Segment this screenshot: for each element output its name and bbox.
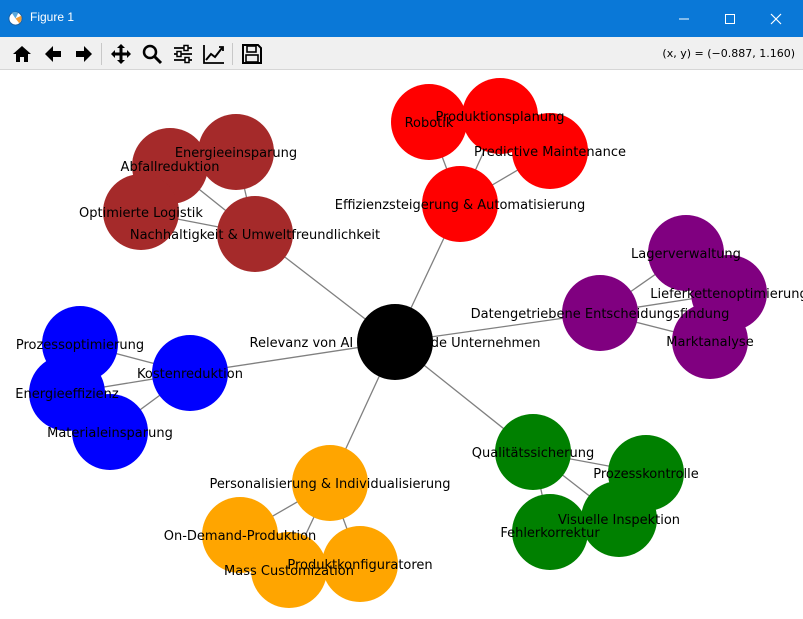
subplots-icon [174,44,192,64]
child-node-label: Materialeinsparung [47,426,173,441]
pan-icon [111,44,131,64]
toolbar-separator [232,43,233,65]
coordinate-readout: (x, y) = (−0.887, 1.160) [662,47,795,60]
forward-button[interactable] [71,41,97,67]
home-button[interactable] [9,41,35,67]
child-node-label: Produktionsplanung [435,110,564,125]
hub-node-label: Personalisierung & Individualisierung [209,477,450,492]
hub-node-label: Qualitätssicherung [472,446,594,461]
zoom-icon [142,44,163,65]
edit-axes-button[interactable] [201,41,227,67]
window-titlebar[interactable]: Figure 1 [0,0,803,37]
child-node-label: On-Demand-Produktion [164,529,317,544]
toolbar-separator [101,43,102,65]
child-node-label: Prozessoptimierung [16,338,144,353]
child-node-label: Energieeinsparung [175,146,297,161]
forward-arrow-icon [76,46,92,62]
child-node-label: Energieeffizienz [15,387,119,402]
matplotlib-logo-icon [8,11,23,26]
pan-button[interactable] [108,41,134,67]
minimize-icon [679,18,689,19]
hub-node-label: Kostenreduktion [137,367,243,382]
maximize-icon [725,13,735,24]
close-button[interactable] [753,0,799,37]
zoom-button[interactable] [139,41,165,67]
maximize-button[interactable] [707,0,753,37]
hub-node-label: Nachhaltigkeit & Umweltfreundlichkeit [130,228,380,243]
child-node-label: Marktanalyse [666,335,753,350]
child-node-label: Produktkonfiguratoren [287,558,432,573]
close-icon [770,13,782,24]
subplots-button[interactable] [170,41,196,67]
home-icon [13,46,31,62]
child-node-label: Fehlerkorrektur [500,526,600,541]
child-node-label: Prozesskontrolle [593,467,699,482]
edit-axes-icon [203,45,224,64]
network-graph-canvas[interactable]: Relevanz von AI für fertigende Unternehm… [0,70,803,619]
back-arrow-icon [45,46,61,62]
child-node-label: Lieferkettenoptimierung [650,287,803,302]
back-button[interactable] [40,41,66,67]
hub-node-label: Effizienzsteigerung & Automatisierung [335,198,585,213]
save-button[interactable] [239,41,265,67]
hub-node-label: Datengetriebene Entscheidungsfindung [471,307,730,322]
save-icon [242,44,262,64]
minimize-button[interactable] [661,0,707,37]
child-node-label: Predictive Maintenance [474,145,626,160]
child-node-label: Abfallreduktion [121,160,220,175]
window-title: Figure 1 [30,10,75,24]
child-node-label: Optimierte Logistik [79,206,203,221]
center-node-label: Relevanz von AI für fertigende Unternehm… [250,336,541,351]
child-node-label: Lagerverwaltung [631,247,741,262]
